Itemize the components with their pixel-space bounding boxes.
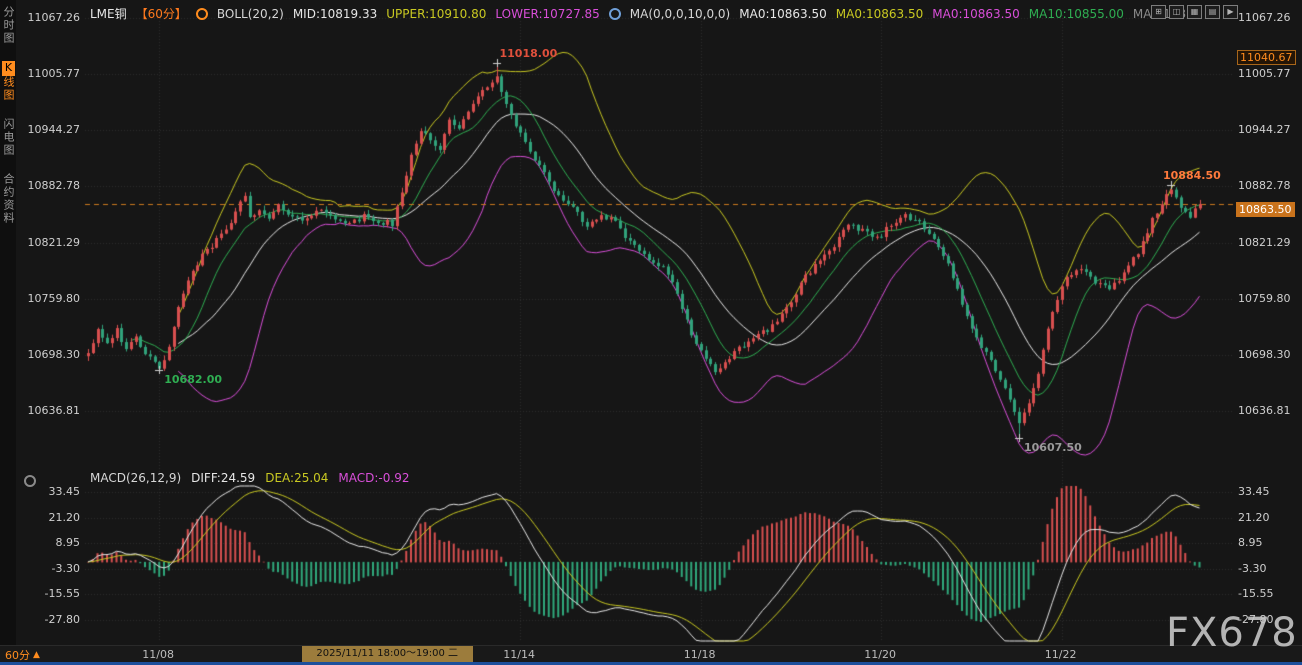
price-tick-left: 11067.26: [24, 11, 80, 24]
macd-tick-right: -15.55: [1238, 587, 1298, 600]
macd-dea-value: DEA:25.04: [265, 471, 328, 485]
ma10-value: MA10:10855.00: [1029, 7, 1124, 21]
last-price-badge: 10863.50: [1236, 202, 1295, 217]
date-tick: 11/14: [503, 648, 535, 661]
price-annotation: 10682.00: [164, 373, 222, 386]
macd-tick-left: 33.45: [24, 485, 80, 498]
indicator-legend: LME铜【60分】 BOLL(20,2) MID:10819.33 UPPER:109…: [90, 5, 1186, 22]
macd-tick-left: -15.55: [24, 587, 80, 600]
boll-lower: LOWER:10727.85: [495, 7, 599, 21]
macd-diff-value: DIFF:24.59: [191, 471, 255, 485]
price-tick-right: 10759.80: [1238, 292, 1298, 305]
macd-tick-right: 33.45: [1238, 485, 1298, 498]
macd-tick-right: 8.95: [1238, 536, 1298, 549]
macd-settings-icon[interactable]: [24, 475, 36, 487]
price-tick-right: 10698.30: [1238, 348, 1298, 361]
sidebar: 分时图 K线图闪电图合约资料: [0, 0, 16, 645]
next-panel-icon[interactable]: ▶: [1223, 5, 1238, 19]
period-selector[interactable]: 60分 ▲: [5, 647, 40, 663]
sidebar-item-1[interactable]: K线图: [1, 61, 15, 102]
period-tag: 【60分】: [136, 5, 187, 22]
alert-price-badge: 11040.67: [1237, 50, 1296, 65]
price-tick-left: 10821.29: [24, 236, 80, 249]
macd-tick-right: 21.20: [1238, 511, 1298, 524]
period-label: 60分: [5, 647, 30, 663]
date-tick: 11/08: [142, 648, 174, 661]
price-tick-right: 11005.77: [1238, 67, 1298, 80]
layout-split-icon[interactable]: ◫: [1169, 5, 1184, 19]
price-tick-left: 10698.30: [24, 348, 80, 361]
boll-settings-icon[interactable]: [196, 8, 208, 20]
price-annotation: 11018.00: [500, 47, 558, 60]
sidebar-item-2[interactable]: 闪电图: [1, 118, 15, 157]
ma0-value-2: MA0:10863.50: [836, 7, 924, 21]
date-tick: 11/18: [684, 648, 716, 661]
ma-settings-icon[interactable]: [609, 8, 621, 20]
macd-hist-value: MACD:-0.92: [338, 471, 409, 485]
price-tick-left: 11005.77: [24, 67, 80, 80]
add-window-icon[interactable]: ⊞: [1151, 5, 1166, 19]
ma0-value-3: MA0:10863.50: [932, 7, 1020, 21]
ma0-value-1: MA0:10863.50: [739, 7, 827, 21]
trading-app: 分时图 K线图闪电图合约资料 LME铜【60分】 BOLL(20,2) MID:108…: [0, 0, 1302, 665]
symbol-title: LME铜: [90, 5, 127, 22]
price-tick-left: 10882.78: [24, 179, 80, 192]
sidebar-item-0[interactable]: 分时图: [1, 6, 15, 45]
macd-tick-left: -27.80: [24, 613, 80, 626]
macd-tick-left: 21.20: [24, 511, 80, 524]
crosshair-time-label: 2025/11/11 18:00～19:00 二: [302, 646, 473, 662]
ma-label: MA(0,0,0,10,0,0): [630, 7, 730, 21]
boll-mid: MID:10819.33: [293, 7, 377, 21]
price-annotation: 10607.50: [1024, 441, 1082, 454]
sidebar-item-3[interactable]: 合约资料: [1, 173, 15, 225]
caret-up-icon: ▲: [33, 650, 40, 660]
boll-upper: UPPER:10910.80: [386, 7, 486, 21]
macd-tick-left: 8.95: [24, 536, 80, 549]
price-tick-right: 10821.29: [1238, 236, 1298, 249]
macd-tick-left: -3.30: [24, 562, 80, 575]
price-tick-right: 10944.27: [1238, 123, 1298, 136]
price-tick-right: 10636.81: [1238, 404, 1298, 417]
layout-grid-icon[interactable]: ▦: [1187, 5, 1202, 19]
layout-rows-icon[interactable]: ▤: [1205, 5, 1220, 19]
macd-legend: MACD(26,12,9) DIFF:24.59 DEA:25.04 MACD:-0.…: [90, 471, 409, 485]
macd-label: MACD(26,12,9): [90, 471, 181, 485]
price-tick-left: 10944.27: [24, 123, 80, 136]
price-tick-right: 10882.78: [1238, 179, 1298, 192]
price-tick-right: 11067.26: [1238, 11, 1298, 24]
date-tick: 11/20: [864, 648, 896, 661]
price-annotation: 10884.50: [1163, 169, 1221, 182]
chart-canvas[interactable]: [0, 0, 1302, 665]
price-tick-left: 10636.81: [24, 404, 80, 417]
date-tick: 11/22: [1045, 648, 1077, 661]
price-tick-left: 10759.80: [24, 292, 80, 305]
boll-label: BOLL(20,2): [217, 7, 284, 21]
time-axis: 60分 ▲ 2025/11/11 18:00～19:00 二 11/08 11/1…: [0, 645, 1302, 662]
watermark: FX678: [1166, 610, 1298, 656]
window-controls: ⊞◫▦▤▶: [1151, 5, 1238, 19]
macd-tick-right: -3.30: [1238, 562, 1298, 575]
